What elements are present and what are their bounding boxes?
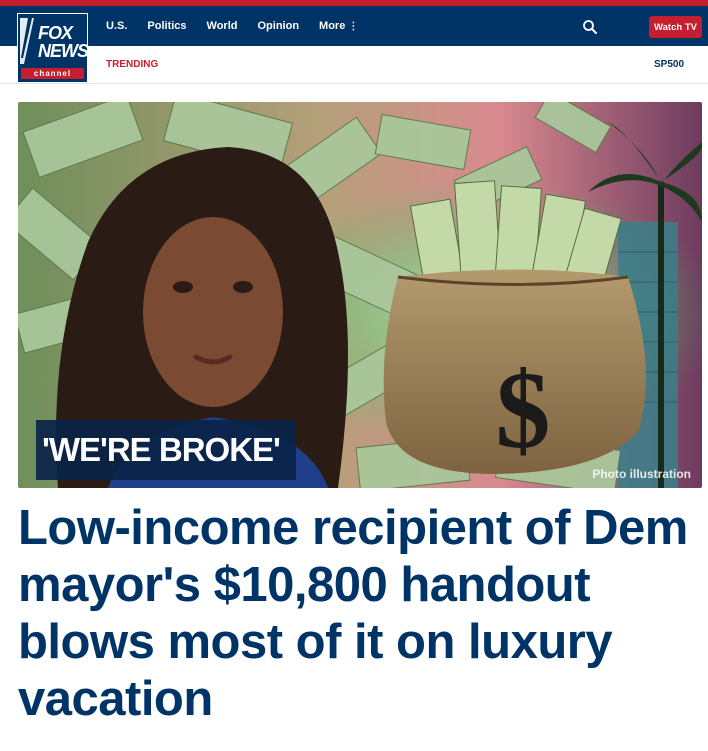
svg-text:$: $ xyxy=(496,349,551,471)
logo-word-fox: FOX xyxy=(38,23,73,43)
search-icon[interactable] xyxy=(582,19,598,35)
article-headline[interactable]: Low-income recipient of Dem mayor's $10,… xyxy=(18,500,702,728)
main-navbar: U.S. Politics World Opinion More ⋮ Watch … xyxy=(0,6,708,46)
nav-item-more[interactable]: More ⋮ xyxy=(319,20,358,32)
fox-news-logo[interactable]: FOX NEWS channel xyxy=(17,13,89,83)
nav-item-more-label: More xyxy=(319,20,346,32)
nav-item-politics[interactable]: Politics xyxy=(147,20,186,32)
nav-item-world[interactable]: World xyxy=(207,20,238,32)
logo-channel-bar: channel xyxy=(21,68,84,79)
watch-tv-button[interactable]: Watch TV xyxy=(649,16,702,38)
nav-item-us[interactable]: U.S. xyxy=(106,20,127,32)
photo-credit: Photo illustration xyxy=(592,467,691,481)
nav-links: U.S. Politics World Opinion More ⋮ xyxy=(106,6,378,46)
hero-kicker-label: 'WE'RE BROKE' xyxy=(36,420,296,480)
sp500-ticker-link[interactable]: SP500 xyxy=(654,59,684,70)
logo-word-news: NEWS xyxy=(38,41,89,61)
hero-image[interactable]: $ 'WE'RE BROKE' Photo illustration xyxy=(18,102,702,488)
nav-item-opinion[interactable]: Opinion xyxy=(258,20,300,32)
trending-bar: TRENDING SP500 xyxy=(0,46,708,84)
trending-label: TRENDING xyxy=(106,59,159,70)
more-dots-icon: ⋮ xyxy=(348,21,359,32)
